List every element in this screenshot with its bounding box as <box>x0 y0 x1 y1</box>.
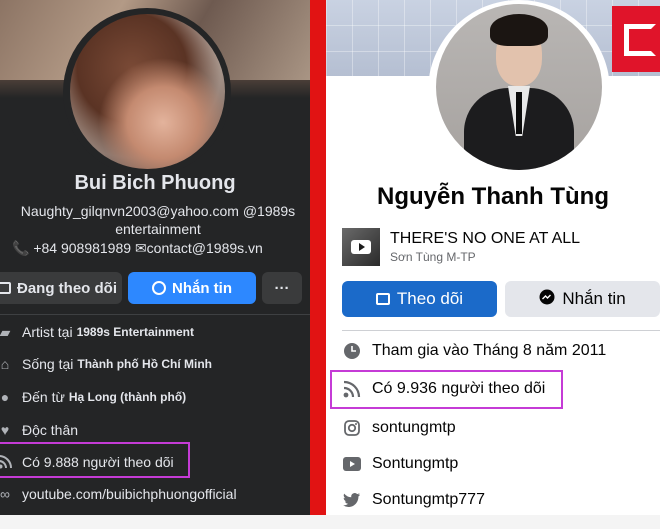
detail-row-twitter: Sontungmtp777 <box>342 487 660 513</box>
message-button[interactable]: Nhắn tin <box>128 272 256 304</box>
followers-highlight-box <box>0 442 190 478</box>
twitter-icon <box>342 490 362 510</box>
following-button[interactable]: Đang theo dõi <box>0 272 122 304</box>
detail-row-link: ∞ youtube.com/buibichphuongofficial <box>0 482 310 506</box>
profile-bio: Naughty_gilqnvn2003@yahoo.com @1989s ent… <box>8 202 308 238</box>
bio-line: entertainment <box>115 221 201 237</box>
profile-song[interactable]: THERE'S NO ONE AT ALL Sơn Tùng M-TP <box>342 228 652 268</box>
detail-prefix: Đến từ <box>22 389 65 405</box>
avatar-hair <box>490 14 548 46</box>
song-thumbnail <box>342 228 380 266</box>
right-profile-panel: Nguyễn Thanh Tùng THERE'S NO ONE AT ALL … <box>326 0 660 529</box>
messenger-icon <box>539 289 555 310</box>
more-label: ··· <box>274 279 290 297</box>
instagram-icon <box>342 418 362 438</box>
detail-value[interactable]: Hạ Long (thành phố) <box>69 390 186 404</box>
twitter-handle[interactable]: Sontungmtp777 <box>372 491 485 509</box>
profile-avatar[interactable] <box>70 14 225 169</box>
youtube-handle[interactable]: Sontungmtp <box>372 455 458 473</box>
briefcase-icon: ▰ <box>0 323 11 340</box>
add-user-icon <box>375 293 390 305</box>
location-pin-icon: ● <box>0 389 10 405</box>
instagram-handle[interactable]: sontungmtp <box>372 419 456 437</box>
youtube-icon <box>342 454 362 474</box>
heart-icon: ♥ <box>0 422 10 438</box>
follow-label: Theo dõi <box>396 289 464 308</box>
follow-button[interactable]: Theo dõi <box>342 281 497 317</box>
detail-row-lives: ⌂ Sống tại Thành phố Hồ Chí Minh <box>0 352 310 376</box>
profile-name: Bui Bich Phuong <box>74 172 236 194</box>
contact-line: 📞 +84 908981989 ✉contact@1989s.vn <box>12 240 308 257</box>
cover-red-sign <box>612 6 660 72</box>
message-label: Nhắn tin <box>562 289 626 308</box>
contact-email: contact@1989s.vn <box>146 240 263 256</box>
link-icon: ∞ <box>0 486 10 502</box>
clock-icon <box>342 341 362 361</box>
profile-name: Nguyễn Thanh Tùng <box>377 183 609 210</box>
divider <box>0 314 310 315</box>
envelope-icon: ✉ <box>134 240 147 256</box>
detail-row-joined: Tham gia vào Tháng 8 năm 2011 <box>342 338 660 364</box>
bottom-edge <box>0 515 660 529</box>
detail-row-work: ▰ Artist tại 1989s Entertainment <box>0 320 310 344</box>
detail-row-from: ● Đến từ Hạ Long (thành phố) <box>0 385 310 409</box>
detail-row-relationship: ♥ Độc thân <box>0 418 310 442</box>
followers-highlight-box <box>330 370 563 409</box>
bio-line: Naughty_gilqnvn2003@yahoo.com @1989s <box>20 203 296 219</box>
red-separator <box>310 0 326 529</box>
detail-prefix: Artist tại <box>22 324 73 340</box>
detail-prefix: Sống tại <box>22 356 74 372</box>
youtube-link[interactable]: youtube.com/buibichphuongofficial <box>22 486 237 502</box>
play-icon <box>351 240 371 254</box>
messenger-icon <box>152 281 166 295</box>
detail-value[interactable]: Thành phố Hồ Chí Minh <box>77 357 212 371</box>
phone-number: +84 908981989 <box>33 240 132 256</box>
song-artist: Sơn Tùng M-TP <box>390 250 476 264</box>
detail-row-instagram: sontungmtp <box>342 415 660 441</box>
check-inbox-icon <box>0 282 11 294</box>
avatar-tie <box>516 92 522 134</box>
more-options-button[interactable]: ··· <box>262 272 302 304</box>
profile-avatar[interactable] <box>436 4 602 170</box>
home-icon: ⌂ <box>0 356 10 372</box>
joined-date: Tham gia vào Tháng 8 năm 2011 <box>372 342 607 359</box>
detail-row-youtube: Sontungmtp <box>342 451 660 477</box>
following-label: Đang theo dõi <box>17 279 117 297</box>
song-title: THERE'S NO ONE AT ALL <box>390 230 581 247</box>
detail-value[interactable]: 1989s Entertainment <box>77 325 194 339</box>
message-button[interactable]: Nhắn tin <box>505 281 660 317</box>
detail-prefix: Độc thân <box>22 422 79 438</box>
phone-icon: 📞 <box>12 240 30 256</box>
message-label: Nhắn tin <box>172 279 232 297</box>
left-profile-panel: Bui Bich Phuong Naughty_gilqnvn2003@yaho… <box>0 0 310 529</box>
divider <box>342 330 660 331</box>
